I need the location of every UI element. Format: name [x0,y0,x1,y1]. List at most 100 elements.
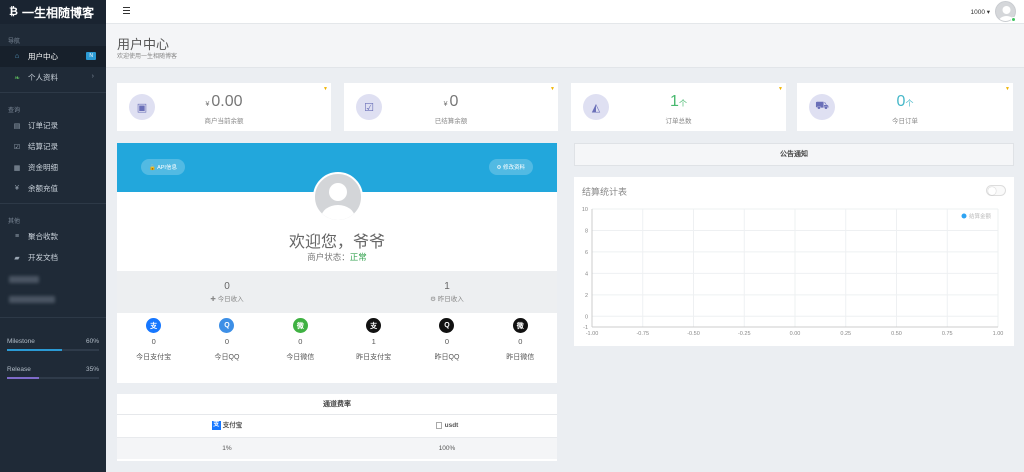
sidebar-item-label: 余额充值 [28,184,58,193]
api-info-button[interactable]: 🔒 API信息 [141,159,185,175]
yesterday-income: 1 ⚙ 昨日收入 [430,281,464,303]
leaf-icon: ❧ [14,74,20,82]
y-tick-label: 10 [582,207,588,213]
stat-value: ¥0.00 [205,93,243,110]
sidebar-item-label: 结算记录 [28,142,58,151]
sidebar-item-user-center[interactable]: ⌂ 用户中心 N [0,46,106,67]
topbar: 1000 ▾ [106,0,1024,24]
progress-percent: 60% [85,338,99,345]
alipay-icon: 支 [211,420,221,430]
release-progress: Release 35% [7,366,99,379]
qq-icon: Q [439,318,455,333]
pay-stat-yesterday-wechat: 微 0 昨日微信 [484,318,557,362]
stat-label: 订单总数 [665,118,692,125]
column-header-usdt: usdt [337,415,557,437]
sidebar-item-aggregate[interactable]: ≡ 聚合收款 [0,226,106,247]
progress-label: Release [7,366,31,373]
progress-fill [7,349,63,351]
hamburger-icon[interactable] [123,7,130,16]
table-header-row: 支支付宝 usdt [117,415,557,437]
column-header-alipay: 支支付宝 [211,420,243,430]
broken-image-icon [435,421,442,429]
x-tick-label: -0.50 [687,331,700,337]
brand-name: 一生相随博客 [21,5,94,20]
y-tick-label: 2 [585,293,588,299]
sidebar-item-settlements[interactable]: ☑ 结算记录 [0,136,106,157]
caret-down-icon: ▼ [778,86,783,92]
book-icon: ▰ [14,254,20,262]
wechat-icon: 微 [512,318,528,333]
progress-percent: 35% [85,366,99,373]
other-section-label: 其他 [8,219,21,225]
pay-stat-today-wechat: 微 0 今日微信 [264,318,337,362]
online-status-icon [1011,17,1016,22]
yen-icon: ¥ [15,185,19,192]
rate-cell: 1% [222,445,232,452]
stat-label: 已结算余额 [434,118,468,125]
legend-marker [961,213,967,219]
y-tick-label: 4 [585,271,588,277]
pay-stat-today-alipay: 支 0 今日支付宝 [117,318,190,362]
merchant-status: 商户状态：正常 [307,252,367,262]
welcome-text: 欢迎您，爷爷 [288,234,385,251]
notice-panel-header[interactable]: 公告通知 [574,143,1014,166]
wechat-icon: 微 [292,318,308,333]
alipay-icon: 支 [366,318,382,333]
blurred-link[interactable] [9,276,39,283]
stat-label: 今日订单 [892,118,918,125]
stat-card-orders: ◭ 1个 订单总数 ▼ [571,83,786,131]
x-tick-label: 0.00 [790,331,801,337]
home-icon: ⌂ [14,53,20,60]
stat-card-today-orders: ⛟ 0个 今日订单 ▼ [797,83,1013,131]
x-tick-label: 0.25 [840,331,851,337]
table-row: 1% 100% [117,437,557,459]
chevron-right-icon: › [91,73,94,80]
y-tick-label: 6 [585,250,588,256]
sidebar-item-profile[interactable]: ❧ 个人资料 › [0,67,106,88]
x-tick-label: 1.00 [993,331,1004,337]
alipay-icon: 支 [146,318,162,333]
x-tick-label: -1.00 [586,331,599,337]
divider [0,317,106,318]
payment-stats: 支 0 今日支付宝 Q 0 今日QQ 微 0 今日微信 支 1 昨日支付宝 Q … [117,318,557,362]
y-tick-label: 0 [585,314,588,320]
sidebar-item-funds[interactable]: ▦ 资金明细 [0,157,106,178]
pay-stat-today-qq: Q 0 今日QQ [190,318,263,362]
progress-fill [7,377,40,379]
caret-down-icon: ▼ [1005,86,1010,92]
progress-track [7,377,99,379]
pay-stat-yesterday-alipay: 支 1 昨日支付宝 [337,318,410,362]
sidebar-item-label: 资金明细 [28,163,58,172]
sidebar-item-label: 订单记录 [28,121,58,130]
sidebar-item-label: 用户中心 [28,52,58,61]
progress-label: Milestone [7,338,35,345]
nav-section-label: 导航 [8,39,21,45]
legend-label: 结算金额 [969,212,992,220]
sidebar-item-label: 个人资料 [28,73,58,82]
stat-value: 0个 [896,93,914,110]
sidebar: ₿ 一生相随博客 导航 ⌂ 用户中心 N ❧ 个人资料 › 查询 ▤ 订单记录 … [0,0,106,472]
sidebar-item-recharge[interactable]: ¥ 余额充值 [0,178,106,199]
milestone-progress: Milestone 60% [7,338,99,351]
edit-profile-button[interactable]: ⚙ 修改资料 [488,159,533,175]
settlement-chart-panel: 结算统计表 10 8 6 4 2 0 -1 -1.00 -0.75 -0.50 -0.25 0.00 0… [574,177,1014,346]
profile-card: 🔒 API信息 ⚙ 修改资料 欢迎您，爷爷 商户状态：正常 0 ✚ 今日收入 1… [117,143,557,383]
brand[interactable]: ₿ 一生相随博客 [0,0,106,24]
sidebar-item-docs[interactable]: ▰ 开发文档 [0,247,106,268]
stat-value: 1个 [670,93,687,110]
bitcoin-icon: ₿ [9,6,18,18]
caret-down-icon: ▼ [323,86,328,92]
caret-down-icon: ▼ [550,86,555,92]
income-row: 0 ✚ 今日收入 1 ⚙ 昨日收入 [117,271,557,313]
bars-icon: ≡ [14,233,20,240]
list-icon: ▤ [13,122,21,130]
progress-track [7,349,99,351]
sidebar-item-orders[interactable]: ▤ 订单记录 [0,115,106,136]
sidebar-item-label: 聚合收款 [28,232,58,241]
rate-cell: 100% [438,445,456,452]
user-menu[interactable]: 1000 ▾ [970,8,990,16]
blurred-link[interactable] [9,296,55,303]
channel-rate-table: 通道费率 支支付宝 usdt 1% 100% [117,394,557,461]
page-subtitle: 欢迎使用一生相随博客 [117,54,178,60]
table-icon: ▦ [13,164,21,172]
